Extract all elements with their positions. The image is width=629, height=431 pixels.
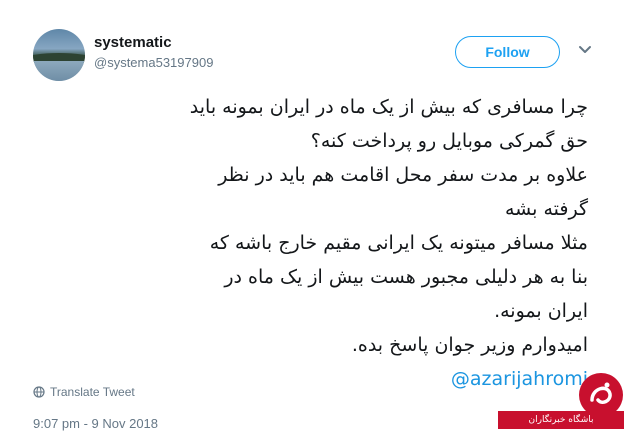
user-handle[interactable]: @systema53197909 (94, 55, 213, 70)
tweet-line: گرفته بشه (505, 198, 588, 220)
tweet-line: مثلا مسافر میتونه یک ایرانی مقیم خارج با… (209, 232, 588, 254)
user-name[interactable]: systematic (94, 34, 172, 51)
translate-tweet-link[interactable]: Translate Tweet (33, 385, 135, 399)
tweet-timestamp[interactable]: 9:07 pm - 9 Nov 2018 (33, 416, 158, 431)
tweet-line: حق گمرکی موبایل رو پرداخت کنه؟ (310, 130, 588, 152)
follow-button[interactable]: Follow (455, 36, 560, 68)
watermark-label: باشگاه خبرنگاران (498, 411, 624, 429)
chevron-down-icon[interactable] (575, 40, 595, 60)
tweet-line: چرا مسافری که بیش از یک ماه در ایران بمو… (189, 96, 588, 118)
translate-label: Translate Tweet (50, 385, 135, 399)
globe-icon (33, 386, 45, 398)
tweet-line: امیدوارم وزیر جوان پاسخ بده. (351, 334, 588, 356)
mention-link[interactable]: @azarijahromi (451, 362, 588, 396)
tweet-line: ایران بمونه. (494, 300, 588, 322)
tweet-text: چرا مسافری که بیش از یک ماه در ایران بمو… (28, 90, 588, 396)
tweet-line: بنا به هر دلیلی مجبور هست بیش از یک ماه … (224, 266, 588, 288)
tweet-line: علاوه بر مدت سفر محل اقامت هم باید در نظ… (218, 164, 588, 186)
avatar[interactable] (33, 29, 85, 81)
